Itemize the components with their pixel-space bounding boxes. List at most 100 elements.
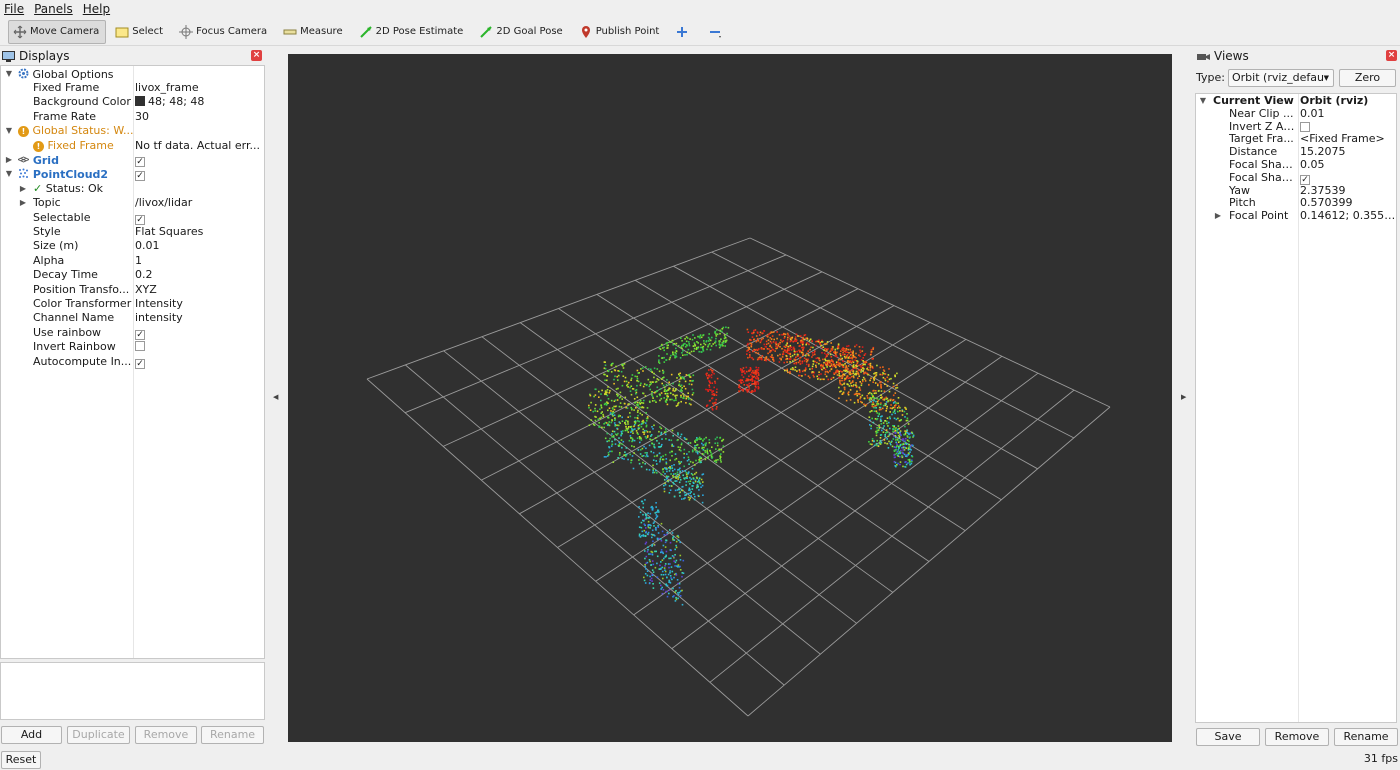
tree-row-size[interactable]: Size (m) 0.01 [1,239,264,253]
chevron-right-icon[interactable]: ▶ [19,182,27,196]
cloud-point [897,428,899,431]
tree-row-background-color[interactable]: Background Color 48; 48; 48 [1,95,264,109]
view-row-focal-shape-size[interactable]: Focal Shap... 0.05 [1196,159,1396,172]
view-row-pitch[interactable]: Pitch 0.570399 [1196,197,1396,210]
zero-button[interactable]: Zero [1339,69,1396,87]
close-icon[interactable]: × [1386,50,1397,61]
cloud-point [607,451,610,454]
tree-row-fixed-frame[interactable]: Fixed Frame livox_frame [1,81,264,95]
cloud-point [640,382,642,385]
menu-panels[interactable]: Panels [34,2,73,16]
view-row-target-frame[interactable]: Target Fra... <Fixed Frame> [1196,133,1396,146]
duplicate-button[interactable]: Duplicate [67,726,130,744]
viewport-canvas[interactable] [288,54,1172,742]
tree-row-global-options[interactable]: ▼ Global Options [1,67,264,81]
move-camera-button[interactable]: Move Camera [8,19,107,44]
cloud-point [746,370,748,373]
view-row-distance[interactable]: Distance 15.2075 [1196,146,1396,159]
focal-shape-checkbox[interactable]: ✓ [1300,174,1310,185]
collapse-right-icon[interactable]: ▶ [1181,393,1186,401]
render-viewport[interactable] [288,54,1172,742]
tree-row-frame-rate[interactable]: Frame Rate 30 [1,110,264,124]
tree-row-grid[interactable]: ▶ Grid ✓ [1,153,264,167]
tree-row-global-status[interactable]: ▼ ! Global Status: W... [1,124,264,138]
rename-display-button[interactable]: Rename [201,726,264,744]
chevron-down-icon[interactable]: ▼ [5,167,13,181]
chevron-right-icon[interactable]: ▶ [19,196,27,210]
cloud-point [600,416,603,419]
focus-camera-button[interactable]: Focus Camera [174,20,274,44]
remove-view-button[interactable]: Remove [1265,728,1329,746]
add-tool-button[interactable] [670,20,699,44]
view-row-invert-z[interactable]: Invert Z Axis [1196,121,1396,134]
collapse-left-icon[interactable]: ◀ [273,393,278,401]
cloud-point [765,340,768,343]
pose-estimate-button[interactable]: 2D Pose Estimate [354,20,471,44]
tree-row-style[interactable]: Style Flat Squares [1,225,264,239]
selectable-checkbox[interactable]: ✓ [135,214,145,225]
save-view-button[interactable]: Save [1196,728,1260,746]
menu-file[interactable]: File [4,2,24,16]
use-rainbow-checkbox[interactable]: ✓ [135,329,145,340]
chevron-down-icon[interactable]: ▼ [1199,95,1207,108]
tree-row-status-ok[interactable]: ▶ ✓ Status: Ok [1,182,264,196]
cloud-point [657,435,659,437]
view-row-focal-point[interactable]: ▶ Focal Point 0.14612; 0.3551... [1196,210,1396,223]
tree-row-invert-rainbow[interactable]: Invert Rainbow [1,340,264,354]
chevron-down-icon[interactable]: ▼ [5,124,13,138]
cloud-point [698,350,700,353]
cloud-point [818,358,820,361]
select-button[interactable]: Select [110,20,170,44]
cloud-point [888,433,891,435]
cloud-point [646,550,649,553]
rename-view-button[interactable]: Rename [1334,728,1398,746]
chevron-right-icon[interactable]: ▶ [5,153,13,167]
grid-enabled-checkbox[interactable]: ✓ [135,157,145,167]
publish-point-button[interactable]: Publish Point [574,20,667,44]
view-row-yaw[interactable]: Yaw 2.37539 [1196,185,1396,198]
cloud-point [680,442,683,445]
autocompute-checkbox[interactable]: ✓ [135,358,145,369]
measure-button[interactable]: Measure [278,20,350,44]
view-row-current-view[interactable]: ▼ Current View Orbit (rviz) [1196,95,1396,108]
invert-rainbow-checkbox[interactable] [135,341,145,352]
view-row-focal-shape-fixed[interactable]: Focal Shap... ✓ [1196,172,1396,185]
cloud-point [668,485,671,487]
menu-help[interactable]: Help [83,2,110,16]
view-row-near-clip[interactable]: Near Clip ... 0.01 [1196,108,1396,121]
close-icon[interactable]: × [251,50,262,61]
cloud-point [870,377,872,380]
tree-row-decay-time[interactable]: Decay Time 0.2 [1,268,264,282]
cloud-point [791,336,793,339]
cloud-point [618,445,621,447]
remove-display-button[interactable]: Remove [135,726,197,744]
tree-row-autocompute-intensity[interactable]: Autocompute In... ✓ [1,355,264,369]
tree-row-position-transformer[interactable]: Position Transfo... XYZ [1,283,264,297]
tree-row-topic[interactable]: ▶ Topic /livox/lidar [1,196,264,210]
cloud-point [821,365,824,367]
tree-row-fixed-frame-status[interactable]: ! Fixed Frame No tf data. Actual err... [1,139,264,153]
cloud-point [824,347,826,350]
tree-row-use-rainbow[interactable]: Use rainbow ✓ [1,326,264,340]
chevron-down-icon[interactable]: ▼ [5,67,13,81]
tree-row-selectable[interactable]: Selectable ✓ [1,211,264,225]
pointcloud-enabled-checkbox[interactable]: ✓ [135,171,145,182]
remove-tool-button[interactable] [703,20,732,44]
tree-row-channel-name[interactable]: Channel Name intensity [1,311,264,325]
cloud-point [863,368,865,370]
cloud-point [641,447,644,450]
cloud-point [642,392,644,394]
goal-pose-button[interactable]: 2D Goal Pose [474,20,569,44]
view-type-select[interactable]: Orbit (rviz_defau ▼ [1228,69,1334,87]
add-button[interactable]: Add [1,726,62,744]
tree-row-pointcloud2[interactable]: ▼ PointCloud2 ✓ [1,167,264,182]
reset-button[interactable]: Reset [1,751,41,769]
cloud-point [794,369,796,371]
tree-row-color-transformer[interactable]: Color Transformer Intensity [1,297,264,311]
cloud-point [895,436,897,439]
cloud-point [885,401,888,403]
tree-row-alpha[interactable]: Alpha 1 [1,254,264,268]
invert-z-checkbox[interactable] [1300,121,1310,132]
cloud-point [873,379,875,381]
chevron-right-icon[interactable]: ▶ [1214,210,1222,223]
